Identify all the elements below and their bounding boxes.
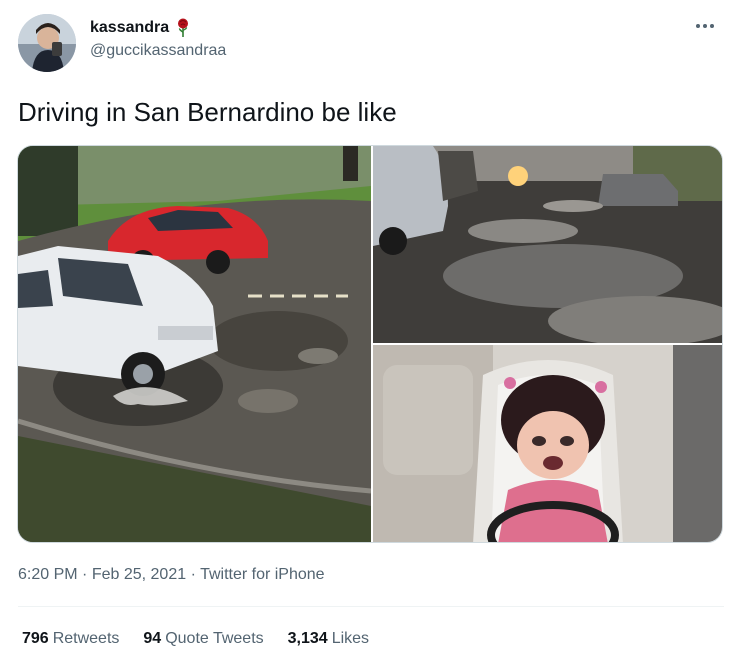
tweet-date[interactable]: Feb 25, 2021: [92, 566, 186, 583]
meta-separator: ·: [82, 566, 88, 583]
likes-stat[interactable]: 3,134 Likes: [288, 630, 369, 648]
rose-icon: [175, 18, 191, 38]
photo-crying-girl-driving[interactable]: [373, 345, 722, 542]
photo-flooded-potholes-street[interactable]: [373, 146, 722, 343]
quote-tweets-stat[interactable]: 94 Quote Tweets: [143, 630, 263, 648]
tweet-meta: 6:20 PM · Feb 25, 2021 · Twitter for iPh…: [18, 566, 325, 584]
user-handle[interactable]: @guccikassandraa: [90, 42, 226, 60]
more-options-icon: [696, 24, 714, 28]
engagement-stats: 796 Retweets 94 Quote Tweets 3,134 Likes: [22, 630, 369, 648]
divider: [18, 606, 724, 607]
tweet-time[interactable]: 6:20 PM: [18, 566, 78, 583]
tweet-text: Driving in San Bernardino be like: [18, 97, 397, 127]
more-options-button[interactable]: [692, 16, 718, 36]
quote-tweets-label: Quote Tweets: [165, 630, 264, 647]
likes-count: 3,134: [287, 630, 328, 647]
meta-separator: ·: [190, 566, 196, 583]
likes-label: Likes: [331, 630, 370, 647]
tweet-source[interactable]: Twitter for iPhone: [200, 566, 325, 583]
avatar-photo-icon: [18, 14, 76, 72]
retweets-count: 796: [22, 630, 49, 647]
photo-car-pothole[interactable]: [18, 146, 371, 542]
media-grid: [17, 145, 723, 543]
retweets-stat[interactable]: 796 Retweets: [22, 630, 119, 648]
tweet-header: kassandra @guccikassandraa: [18, 12, 722, 76]
author-block: kassandra @guccikassandraa: [90, 18, 226, 60]
display-name[interactable]: kassandra: [90, 19, 169, 37]
quote-tweets-count: 94: [143, 630, 162, 647]
user-avatar[interactable]: [18, 14, 76, 72]
retweets-label: Retweets: [52, 630, 120, 647]
